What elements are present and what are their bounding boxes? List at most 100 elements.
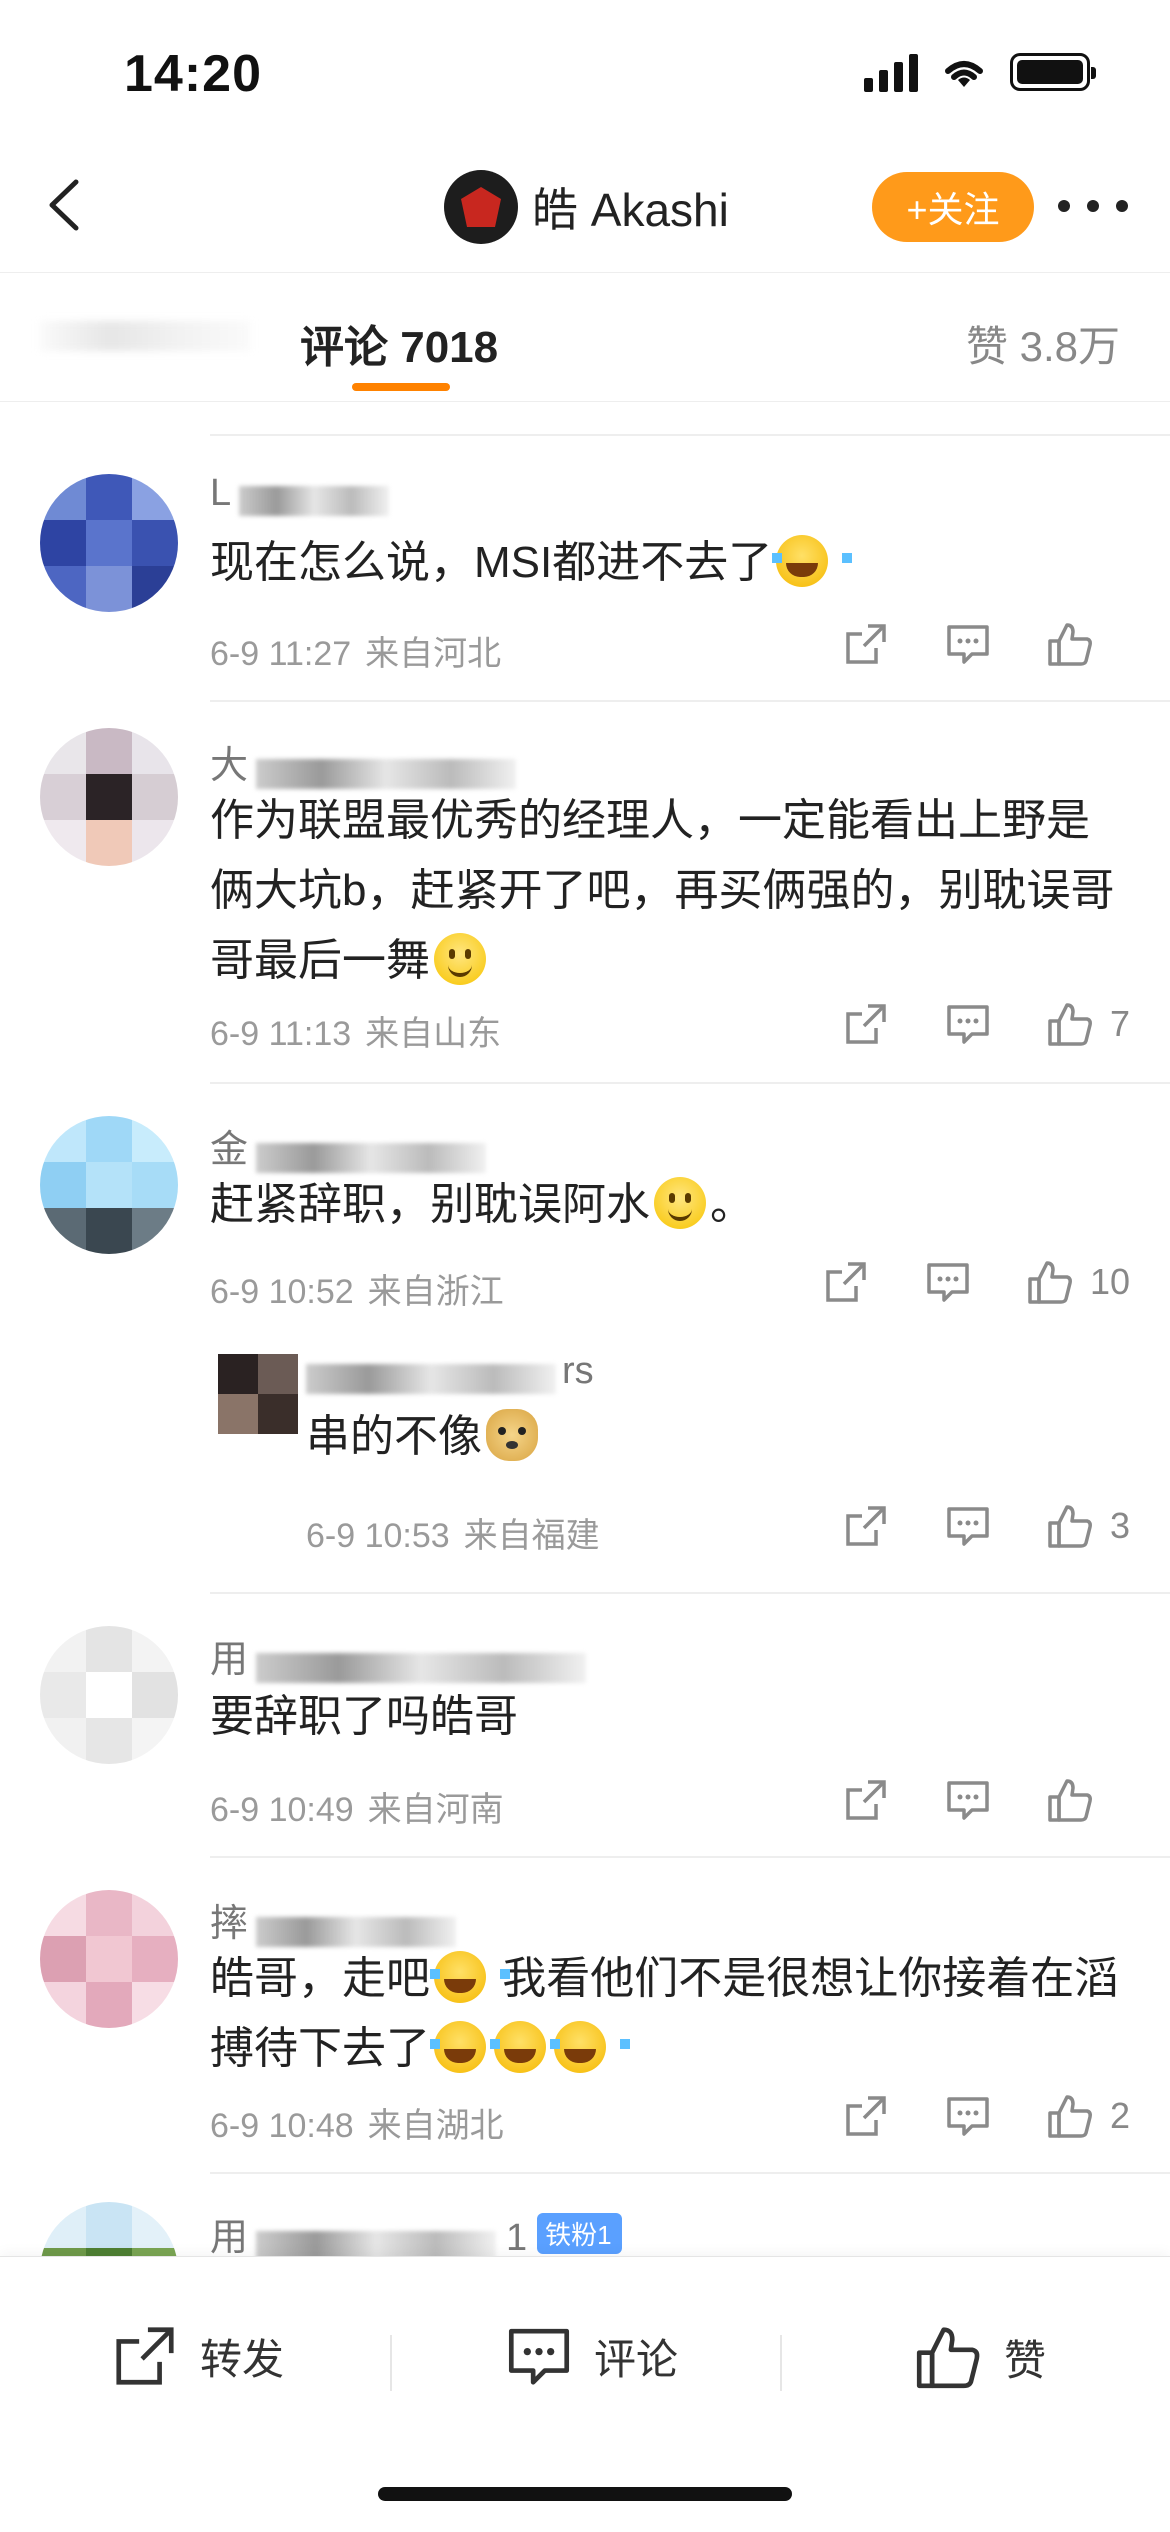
laugh-cry-emoji-icon — [490, 2021, 570, 2073]
comment-meta: 6-9 10:52 来自浙江 — [210, 1273, 504, 1311]
page-title: 皓 Akashi — [532, 184, 729, 236]
comment-actions: 7 — [794, 994, 1130, 1054]
status-time: 14:20 — [124, 45, 262, 103]
comment-text: 作为联盟最优秀的经理人，一定能看出上野是俩大坑b，赶紧开了吧，再买俩强的，别耽误… — [210, 796, 1115, 985]
comment-icon[interactable] — [938, 614, 998, 674]
list-item: 摔 皓哥，走吧 我看他们不是很想让你接着在滔搏待下去了 6-9 10:48 来自湖… — [0, 1856, 1170, 2172]
laugh-cry-emoji-icon — [772, 535, 853, 587]
like-count: 3 — [1109, 1505, 1130, 1546]
comment-text: 赶紧辞职，别耽误阿水。 — [210, 1170, 1130, 1240]
comment-icon[interactable] — [918, 1252, 978, 1312]
comment-author[interactable]: 大 — [210, 734, 517, 789]
bottom-action-bar: 转发 评论 赞 — [0, 2256, 1170, 2532]
comment-actions — [794, 614, 1130, 674]
status-icons — [864, 52, 1096, 92]
divider — [780, 2335, 782, 2391]
like-label: 赞 — [1004, 2336, 1047, 2384]
comment-icon[interactable] — [938, 2086, 998, 2146]
wifi-icon — [940, 53, 988, 91]
comment-text: 现在怎么说，MSI都进不去了 — [210, 528, 1130, 598]
back-arrow-icon[interactable] — [30, 170, 100, 240]
comment-button[interactable]: 评论 — [504, 2321, 678, 2391]
like-icon — [912, 2321, 984, 2393]
tab-comments[interactable]: 评论 7018 — [300, 311, 498, 375]
divider — [210, 1082, 1170, 1084]
like-icon[interactable] — [1040, 614, 1100, 674]
comment-actions: 2 — [794, 2086, 1130, 2146]
like-count: 2 — [1109, 2095, 1130, 2136]
avatar[interactable] — [40, 1890, 178, 2028]
comment-author[interactable]: 用 1 铁粉1 — [210, 2206, 622, 2256]
share-icon[interactable] — [816, 1252, 876, 1312]
header-user[interactable]: 皓 Akashi — [444, 170, 729, 244]
list-item: 用 1 铁粉1 — [0, 2172, 1170, 2256]
avatar[interactable] — [40, 2202, 178, 2256]
comment-text: 皓哥，走吧 我看他们不是很想让你接着在滔搏待下去了 — [210, 1944, 1130, 2084]
like-icon[interactable] — [1040, 1770, 1100, 1830]
comment-actions: 10 — [774, 1252, 1130, 1312]
comment-author[interactable]: 用 — [210, 1628, 587, 1683]
avatar[interactable] — [40, 728, 178, 866]
divider — [210, 1592, 1170, 1594]
comment-icon[interactable] — [938, 1770, 998, 1830]
list-item: 用 要辞职了吗皓哥 6-9 10:49 来自河南 — [0, 1592, 1170, 1856]
comment-icon[interactable] — [938, 1496, 998, 1556]
home-indicator[interactable] — [378, 2487, 792, 2501]
reply-author[interactable]: rs — [306, 1350, 594, 1394]
comment-author[interactable]: 金 — [210, 1118, 487, 1173]
tab-bar: 评论 7018 赞 3.8万 — [0, 272, 1170, 402]
comment-meta: 6-9 11:13 来自山东 — [210, 1015, 502, 1053]
share-icon — [110, 2321, 180, 2391]
avatar[interactable] — [40, 1626, 178, 1764]
divider — [210, 700, 1170, 702]
like-icon[interactable] — [1040, 2086, 1100, 2146]
comment-author[interactable]: L — [210, 472, 390, 516]
comment-meta: 6-9 11:27 来自河北 — [210, 635, 502, 673]
tab-likes[interactable]: 赞 3.8万 — [966, 313, 1120, 374]
list-item: 大 作为联盟最优秀的经理人，一定能看出上野是俩大坑b，赶紧开了吧，再买俩强的，别… — [0, 700, 1170, 1082]
divider — [390, 2335, 392, 2391]
avatar[interactable] — [444, 170, 518, 244]
divider — [210, 434, 1170, 436]
comment-meta: 6-9 10:48 来自湖北 — [210, 2107, 504, 2145]
signal-icon — [864, 52, 918, 92]
like-icon[interactable] — [1020, 1252, 1080, 1312]
reply-meta: 6-9 10:53 来自福建 — [306, 1517, 600, 1555]
avatar[interactable] — [40, 474, 178, 612]
tab-reposts-blurred[interactable] — [40, 321, 250, 351]
like-icon[interactable] — [1040, 994, 1100, 1054]
avatar[interactable] — [40, 1116, 178, 1254]
repost-button[interactable]: 转发 — [110, 2321, 284, 2391]
laugh-cry-emoji-icon — [550, 2021, 630, 2073]
like-button[interactable]: 赞 — [912, 2321, 1046, 2393]
comment-meta: 6-9 10:49 来自河南 — [210, 1791, 504, 1829]
share-icon[interactable] — [836, 1496, 896, 1556]
divider — [210, 2172, 1170, 2174]
list-item: 金 赶紧辞职，别耽误阿水。 6-9 10:52来自浙江 10 rs 串的不像 — [0, 1082, 1170, 1592]
laugh-cry-emoji-icon — [430, 2021, 510, 2073]
reply-actions: 3 — [794, 1496, 1130, 1556]
comment-author[interactable]: 摔 — [210, 1892, 457, 1947]
laugh-cry-emoji-icon — [430, 1951, 510, 2003]
comment-icon — [504, 2321, 574, 2391]
fan-badge[interactable]: 铁粉1 — [537, 2213, 622, 2254]
smile-emoji-icon — [434, 933, 486, 985]
share-icon[interactable] — [836, 614, 896, 674]
battery-icon — [1010, 53, 1096, 91]
header: 皓 Akashi +关注 — [0, 150, 1170, 270]
doge-emoji-icon — [486, 1409, 538, 1461]
smile-emoji-icon — [654, 1177, 706, 1229]
follow-button[interactable]: +关注 — [872, 172, 1034, 242]
share-icon[interactable] — [836, 994, 896, 1054]
avatar[interactable] — [218, 1354, 298, 1434]
comment-icon[interactable] — [938, 994, 998, 1054]
repost-label: 转发 — [200, 2335, 285, 2383]
tab-active-indicator — [352, 383, 450, 391]
comment-label: 评论 — [594, 2335, 679, 2383]
comment-actions — [794, 1770, 1130, 1830]
more-icon[interactable] — [1058, 176, 1128, 236]
share-icon[interactable] — [836, 2086, 896, 2146]
like-icon[interactable] — [1040, 1496, 1100, 1556]
share-icon[interactable] — [836, 1770, 896, 1830]
comment-list: L 现在怎么说，MSI都进不去了 6-9 11:27 来自河北 大 作为联盟最优… — [0, 404, 1170, 2256]
